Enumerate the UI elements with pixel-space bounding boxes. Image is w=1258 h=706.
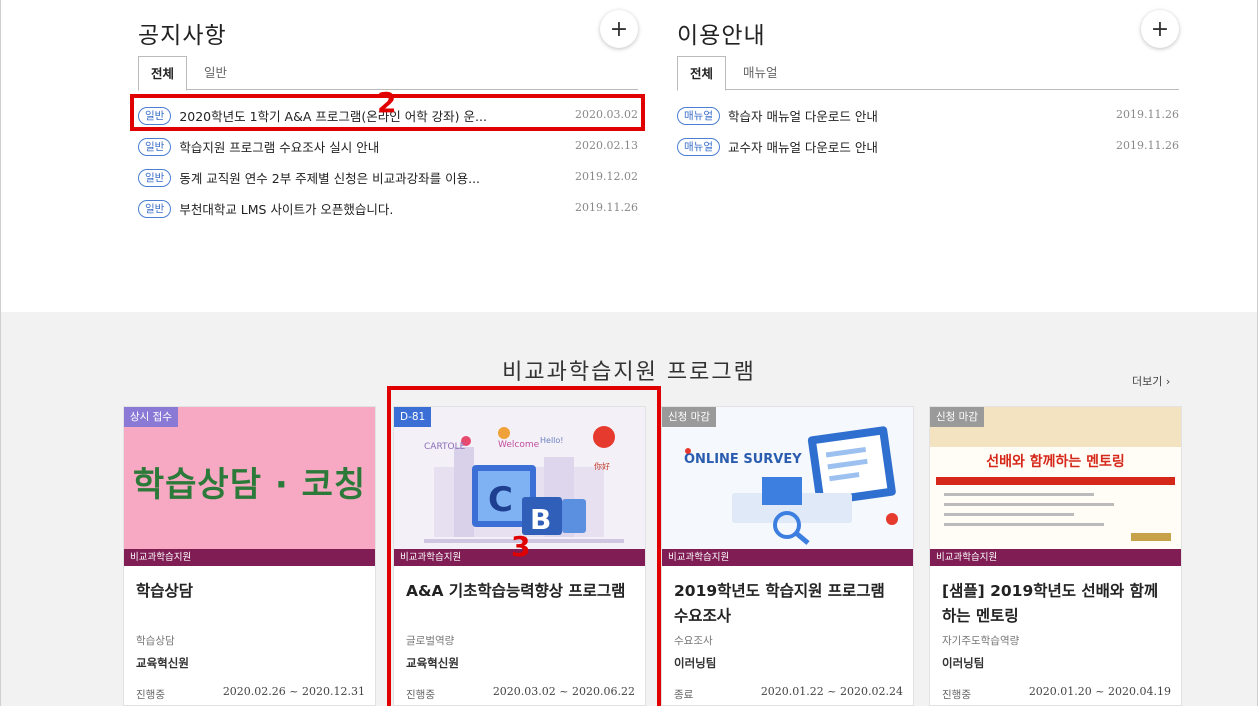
notice-panel: 공지사항 + 전체 일반 일반 2020학년도 1학기 A&A 프로그램(온라인… <box>138 10 638 218</box>
guide-item-date: 2019.11.26 <box>1116 108 1179 121</box>
tab-guide-all[interactable]: 전체 <box>677 56 727 91</box>
svg-text:C: C <box>488 480 513 520</box>
svg-text:B: B <box>530 503 551 536</box>
notice-item-date: 2019.12.02 <box>575 170 638 183</box>
program-card[interactable]: 선배와 함께하는 멘토링 신청 마감 비교과학습지원 [샘플] 2019학년도 … <box>929 406 1182 706</box>
category-badge: 일반 <box>138 168 172 187</box>
program-section-title: 비교과학습지원 프로그램 <box>502 360 756 385</box>
notice-item-date: 2019.11.26 <box>575 201 638 214</box>
annotation-number-3: 3 <box>511 530 531 563</box>
card-state: 진행중 <box>406 689 435 701</box>
guide-title: 이용안내 <box>677 23 766 49</box>
card-period: 2020.03.02 ~ 2020.06.22 <box>492 685 635 698</box>
card-category: 비교과학습지원 <box>662 549 913 566</box>
list-item[interactable]: 일반 학습지원 프로그램 수요조사 실시 안내 2020.02.13 <box>138 131 638 162</box>
guide-panel: 이용안내 + 전체 매뉴얼 매뉴얼 학습자 매뉴얼 다운로드 안내 2019.1… <box>677 10 1179 156</box>
guide-header: 이용안내 + <box>677 10 1179 50</box>
program-card[interactable]: 학습상담 · 코칭 상시 접수 비교과학습지원 학습상담 학습상담 교육혁신원 … <box>123 406 376 706</box>
notice-tabs: 전체 일반 <box>138 56 638 91</box>
svg-text:Hello!: Hello! <box>540 436 563 445</box>
tab-notice-general[interactable]: 일반 <box>192 56 239 91</box>
notice-item-title[interactable]: 학습지원 프로그램 수요조사 실시 안내 <box>179 137 379 156</box>
guide-item-date: 2019.11.26 <box>1116 139 1179 152</box>
notice-header: 공지사항 + <box>138 10 638 50</box>
card-period: 2020.01.22 ~ 2020.02.24 <box>760 685 903 698</box>
notice-item-date: 2020.03.02 <box>575 108 638 121</box>
category-badge: 일반 <box>138 137 172 156</box>
svg-text:CARTOLE: CARTOLE <box>424 442 466 452</box>
card-category: 비교과학습지원 <box>124 549 375 566</box>
card-state: 진행중 <box>942 689 971 701</box>
program-card[interactable]: ONLINE SURVEY 신청 마감 비교과학습지원 2019학년도 학습지원… <box>661 406 914 706</box>
card-organizer: 이러닝팀 <box>674 656 717 670</box>
guide-item-title[interactable]: 교수자 매뉴얼 다운로드 안내 <box>728 137 878 156</box>
guide-list: 매뉴얼 학습자 매뉴얼 다운로드 안내 2019.11.26 매뉴얼 교수자 매… <box>677 100 1179 162</box>
card-competency: 수요조사 <box>674 635 713 647</box>
card-title[interactable]: A&A 기초학습능력향상 프로그램 <box>406 579 633 604</box>
list-item[interactable]: 매뉴얼 교수자 매뉴얼 다운로드 안내 2019.11.26 <box>677 131 1179 162</box>
elearning-illustration-icon: C B CARTOLE Welcome Hello! 你好 <box>424 426 624 543</box>
guide-tabs: 전체 매뉴얼 <box>677 56 1179 91</box>
notice-item-title[interactable]: 2020학년도 1학기 A&A 프로그램(온라인 어학 강좌) 운... <box>179 106 487 125</box>
card-category: 비교과학습지원 <box>930 549 1181 566</box>
card-image: ONLINE SURVEY <box>662 407 913 549</box>
card-title[interactable]: [샘플] 2019학년도 선배와 함께하는 멘토링 <box>942 579 1169 629</box>
notice-item-title[interactable]: 부천대학교 LMS 사이트가 오픈했습니다. <box>179 199 393 218</box>
poster-title: 선배와 함께하는 멘토링 <box>986 454 1125 470</box>
category-badge: 매뉴얼 <box>677 106 720 125</box>
category-badge: 일반 <box>138 106 172 125</box>
list-item[interactable]: 매뉴얼 학습자 매뉴얼 다운로드 안내 2019.11.26 <box>677 100 1179 131</box>
notice-item-title[interactable]: 동계 교직원 연수 2부 주제별 신청은 비교과강좌를 이용... <box>179 168 480 187</box>
status-badge: 신청 마감 <box>662 407 716 427</box>
poster-line <box>944 513 1074 516</box>
poster-line <box>944 493 1094 496</box>
svg-text:Welcome: Welcome <box>498 440 540 450</box>
online-survey-illustration-icon: ONLINE SURVEY <box>684 426 898 545</box>
more-link[interactable]: 더보기 › <box>1132 373 1170 389</box>
survey-image-text: ONLINE SURVEY <box>684 452 802 467</box>
category-badge: 일반 <box>138 199 172 218</box>
status-badge: D-81 <box>394 407 432 427</box>
status-badge: 상시 접수 <box>124 407 178 427</box>
card-period: 2020.01.20 ~ 2020.04.19 <box>1028 685 1171 698</box>
list-item[interactable]: 일반 부천대학교 LMS 사이트가 오픈했습니다. 2019.11.26 <box>138 193 638 224</box>
poster-bar <box>936 477 1175 485</box>
poster-line <box>944 503 1114 506</box>
card-competency: 자기주도학습역량 <box>942 635 1020 647</box>
poster-line <box>944 523 1104 526</box>
card-title[interactable]: 2019학년도 학습지원 프로그램 수요조사 <box>674 579 901 629</box>
card-competency: 학습상담 <box>136 635 175 647</box>
guide-more-button[interactable]: + <box>1141 10 1179 48</box>
list-item[interactable]: 일반 동계 교직원 연수 2부 주제별 신청은 비교과강좌를 이용... 201… <box>138 162 638 193</box>
category-badge: 매뉴얼 <box>677 137 720 156</box>
card-image: C B CARTOLE Welcome Hello! 你好 <box>394 407 645 549</box>
status-badge: 신청 마감 <box>930 407 984 427</box>
card-state: 진행중 <box>136 689 165 701</box>
card-title[interactable]: 학습상담 <box>136 579 363 604</box>
card-state: 종료 <box>674 689 694 701</box>
card-competency: 글로벌역량 <box>406 635 455 647</box>
card-image: 선배와 함께하는 멘토링 <box>930 407 1181 549</box>
card-period: 2020.02.26 ~ 2020.12.31 <box>222 685 365 698</box>
card-organizer: 이러닝팀 <box>942 656 985 670</box>
tab-notice-all[interactable]: 전체 <box>138 56 188 91</box>
svg-text:你好: 你好 <box>594 461 610 471</box>
card-organizer: 교육혁신원 <box>406 656 459 670</box>
poster-logo <box>1131 533 1171 541</box>
guide-item-title[interactable]: 학습자 매뉴얼 다운로드 안내 <box>728 106 878 125</box>
notice-title: 공지사항 <box>138 23 227 49</box>
notice-more-button[interactable]: + <box>600 10 638 48</box>
card-image: 학습상담 · 코칭 <box>124 407 375 549</box>
tab-guide-manual[interactable]: 매뉴얼 <box>731 56 790 91</box>
card-organizer: 교육혁신원 <box>136 656 189 670</box>
annotation-number-2: 2 <box>377 86 397 119</box>
notice-item-date: 2020.02.13 <box>575 139 638 152</box>
card-image-text: 학습상담 · 코칭 <box>132 465 367 505</box>
